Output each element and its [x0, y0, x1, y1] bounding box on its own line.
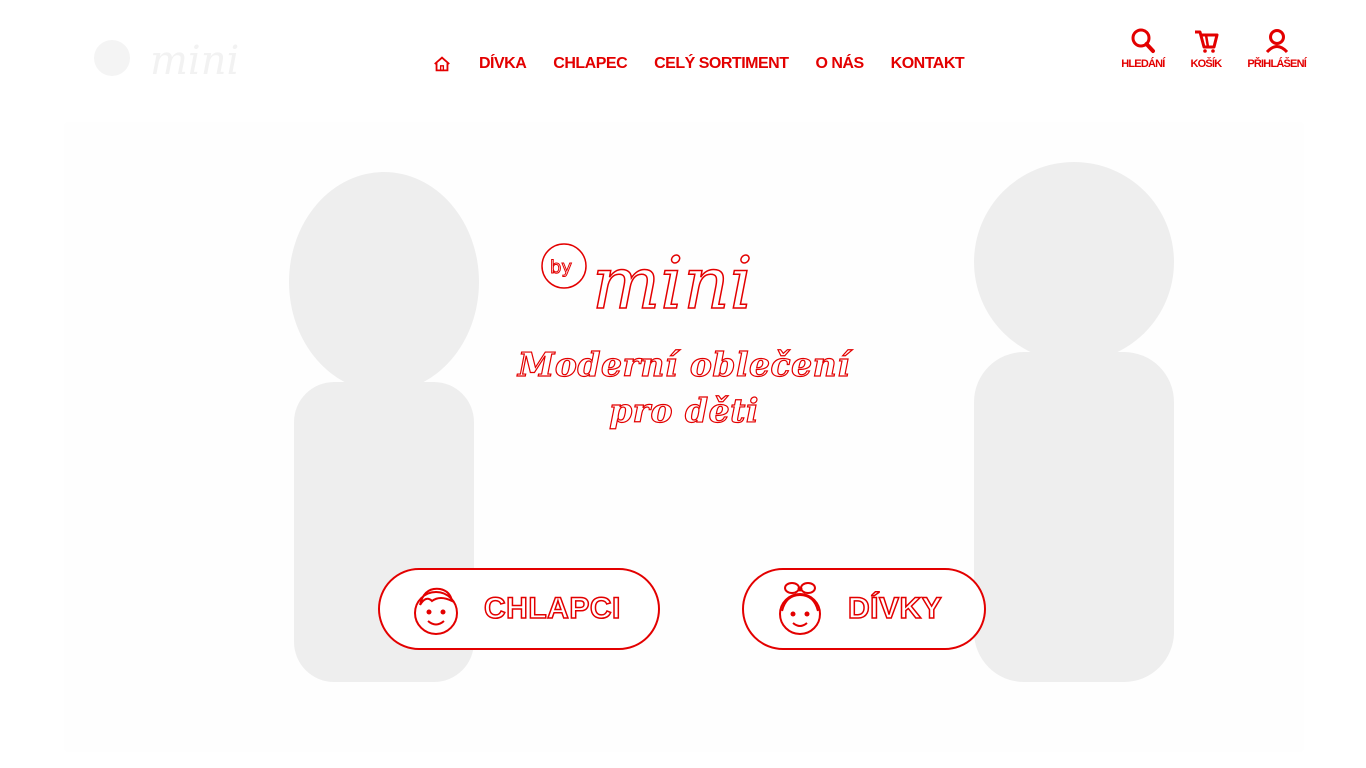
nav-home[interactable]	[432, 53, 454, 75]
cart-tool[interactable]: KOŠÍK	[1191, 26, 1222, 70]
girls-button-label: DÍVKY	[847, 591, 943, 626]
hero-boy-photo	[289, 172, 479, 682]
nav-item-cely-sortiment[interactable]: CELÝ SORTIMENT	[654, 55, 789, 73]
home-icon	[434, 56, 450, 72]
mini-logo-icon: by mini	[541, 240, 753, 326]
cart-label: KOŠÍK	[1190, 58, 1223, 70]
tagline-line2: pro děti	[608, 390, 759, 430]
girl-face-icon	[779, 582, 821, 635]
tagline-line1: Moderní oblečení	[517, 344, 851, 384]
hero-logo: by mini	[540, 228, 790, 326]
nav-item-o-nas[interactable]: O NÁS	[815, 55, 864, 73]
girls-button[interactable]: DÍVKY	[742, 568, 986, 650]
cart-icon	[1194, 30, 1219, 53]
user-icon	[1265, 29, 1288, 54]
svg-text:mini: mini	[592, 241, 753, 314]
nav-item-divka[interactable]: DÍVKA	[479, 55, 527, 73]
nav-item-kontakt[interactable]: KONTAKT	[891, 55, 965, 73]
boys-button[interactable]: CHLAPCI	[378, 568, 660, 650]
login-tool[interactable]: PŘIHLÁŠENÍ	[1247, 26, 1307, 70]
search-icon	[1131, 28, 1155, 53]
svg-text:by: by	[550, 257, 572, 278]
hero-tagline: Moderní oblečení pro děti	[484, 342, 884, 434]
nav-item-chlapec[interactable]: CHLAPEC	[553, 55, 627, 73]
main-nav: DÍVKA CHLAPEC CELÝ SORTIMENT O NÁS KONTA…	[432, 52, 991, 76]
header-logo[interactable]: mini	[92, 34, 252, 84]
login-label: PŘIHLÁŠENÍ	[1247, 58, 1306, 70]
search-tool[interactable]: HLEDÁNÍ	[1121, 26, 1165, 70]
header-tools: HLEDÁNÍ KOŠÍK PŘIHLÁŠENÍ	[1121, 26, 1307, 70]
site-header: mini DÍVKA CHLAPEC CELÝ SORTIMENT O NÁS …	[0, 0, 1366, 120]
search-label: HLEDÁNÍ	[1121, 58, 1165, 70]
hero-girl-photo	[974, 162, 1174, 682]
boys-button-label: CHLAPCI	[483, 591, 621, 626]
boy-face-icon	[414, 587, 458, 635]
svg-text:mini: mini	[150, 38, 239, 84]
mini-logo-icon: mini	[94, 38, 239, 84]
hero-banner: by mini Moderní oblečení pro děti CHLAPC…	[64, 122, 1304, 752]
